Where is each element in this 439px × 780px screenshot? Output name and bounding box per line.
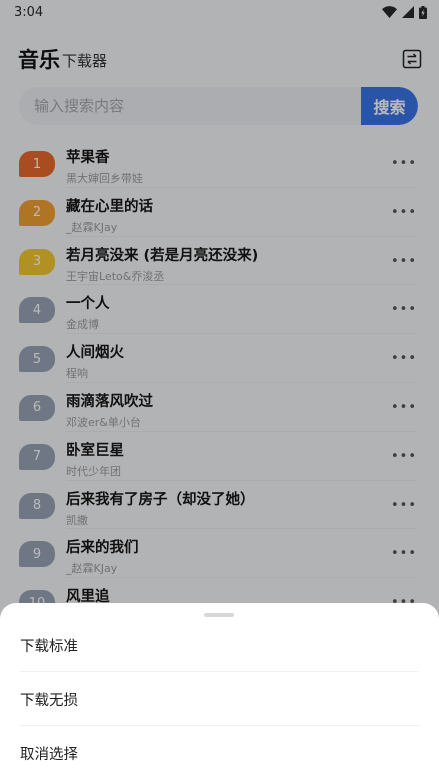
bottom-sheet: 下载标准 下载无损 取消选择 (0, 603, 439, 780)
download-lossless-option[interactable]: 下载无损 (0, 673, 439, 725)
sheet-divider (20, 671, 419, 672)
download-standard-option[interactable]: 下载标准 (0, 619, 439, 671)
sheet-drag-handle[interactable] (204, 613, 234, 617)
cancel-selection-option[interactable]: 取消选择 (0, 727, 439, 779)
sheet-divider (20, 725, 419, 726)
